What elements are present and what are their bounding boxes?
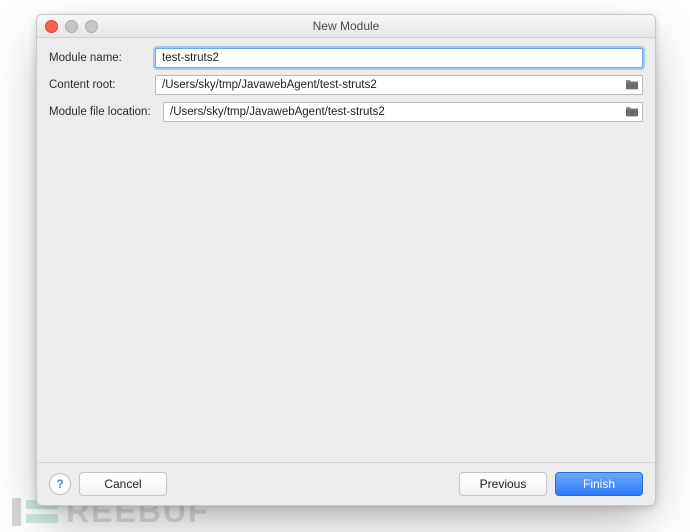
row-module-name: Module name: — [49, 48, 643, 68]
window-title: New Module — [313, 19, 380, 33]
dialog-window: New Module Module name: Content root: Mo… — [36, 14, 656, 506]
previous-button[interactable]: Previous — [459, 472, 547, 496]
close-icon[interactable] — [45, 20, 58, 33]
content-root-input[interactable] — [155, 75, 643, 95]
module-file-location-browse-button[interactable] — [624, 104, 640, 120]
minimize-icon[interactable] — [65, 20, 78, 33]
row-content-root: Content root: — [49, 75, 643, 95]
folder-icon — [625, 78, 639, 93]
module-name-input[interactable] — [155, 48, 643, 68]
finish-button[interactable]: Finish — [555, 472, 643, 496]
help-button[interactable]: ? — [49, 473, 71, 495]
dialog-footer: ? Cancel Previous Finish — [37, 462, 655, 505]
folder-icon — [625, 105, 639, 120]
module-file-location-input[interactable] — [163, 102, 643, 122]
module-file-location-label: Module file location: — [49, 106, 163, 118]
window-controls — [45, 20, 98, 33]
cancel-button[interactable]: Cancel — [79, 472, 167, 496]
titlebar: New Module — [37, 15, 655, 38]
module-name-label: Module name: — [49, 52, 155, 64]
content-root-browse-button[interactable] — [624, 77, 640, 93]
content-root-label: Content root: — [49, 79, 155, 91]
dialog-content: Module name: Content root: Module file l… — [37, 38, 655, 462]
maximize-icon[interactable] — [85, 20, 98, 33]
row-module-file-location: Module file location: — [49, 102, 643, 122]
